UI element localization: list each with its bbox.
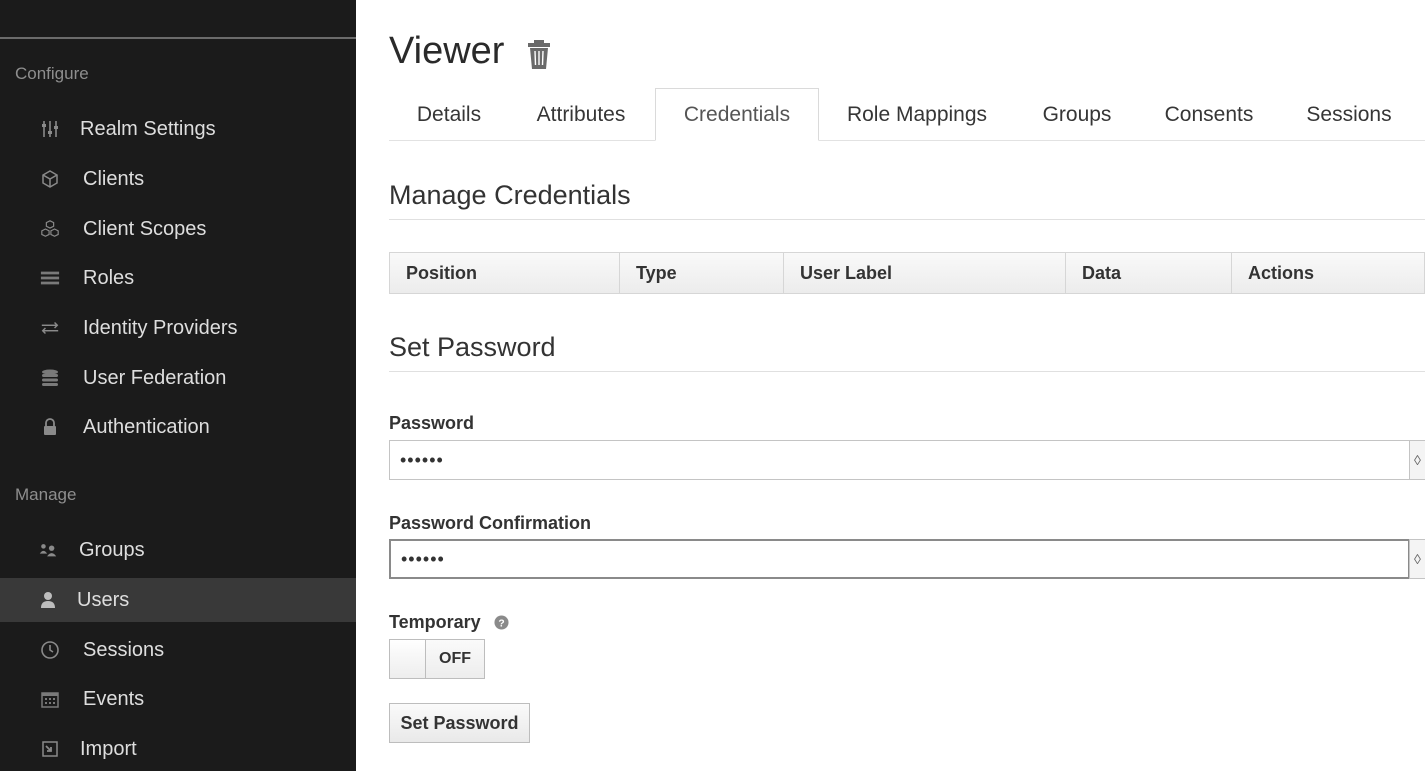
divider xyxy=(389,371,1425,372)
lock-icon xyxy=(38,415,62,439)
tab-label: Groups xyxy=(1042,102,1112,126)
section-label-configure: Configure xyxy=(15,64,89,83)
sidebar-item-label: Events xyxy=(83,687,145,710)
tab-credentials[interactable]: Credentials xyxy=(655,88,819,141)
tab-consents[interactable]: Consents xyxy=(1149,88,1269,141)
eye-icon: ◊ xyxy=(1414,452,1421,468)
column-header-actions: Actions xyxy=(1248,262,1315,283)
password-field[interactable] xyxy=(389,440,1410,480)
column-header-user-label: User Label xyxy=(784,253,1066,293)
list-icon xyxy=(38,266,62,290)
tab-label: Consents xyxy=(1164,102,1254,126)
sidebar-item-label: Roles xyxy=(83,266,135,289)
show-password-toggle[interactable]: ◊ xyxy=(1409,440,1425,480)
sidebar-item-client-scopes[interactable]: Client Scopes xyxy=(0,207,356,251)
sidebar-item-roles[interactable]: Roles xyxy=(0,256,356,300)
toggle-state: OFF xyxy=(426,640,484,678)
sidebar-item-users[interactable]: Users xyxy=(0,578,356,622)
sidebar-item-label: Realm Settings xyxy=(80,117,216,140)
sidebar-item-groups[interactable]: Groups xyxy=(0,528,356,572)
svg-text:?: ? xyxy=(498,618,504,629)
import-icon xyxy=(38,737,62,761)
calendar-icon xyxy=(38,687,62,711)
sidebar-item-label: Users xyxy=(77,588,130,611)
tab-label: Details xyxy=(416,102,482,126)
tab-attributes[interactable]: Attributes xyxy=(515,88,647,141)
tab-groups[interactable]: Groups xyxy=(1025,88,1129,141)
sidebar-item-label: Client Scopes xyxy=(83,217,207,240)
tab-label: Credentials xyxy=(683,102,791,126)
sidebar-item-label: Sessions xyxy=(83,638,165,661)
trash-icon xyxy=(528,40,550,69)
sidebar-item-label: User Federation xyxy=(83,366,227,389)
tab-label: Sessions xyxy=(1306,102,1392,126)
column-header-data: Data xyxy=(1066,253,1232,293)
tab-sessions[interactable]: Sessions xyxy=(1293,88,1405,141)
sidebar: Configure Realm Settings Clients Client … xyxy=(0,0,356,771)
sidebar-item-user-federation[interactable]: User Federation xyxy=(0,356,356,400)
cube-icon xyxy=(38,167,62,191)
database-icon xyxy=(38,366,62,390)
delete-user-button[interactable] xyxy=(526,38,552,70)
divider xyxy=(389,219,1425,220)
set-password-heading: Set Password xyxy=(389,332,556,362)
sidebar-item-events[interactable]: Events xyxy=(0,677,356,721)
temporary-toggle[interactable]: OFF xyxy=(389,639,485,679)
cubes-icon xyxy=(38,217,62,241)
sidebar-item-clients[interactable]: Clients xyxy=(0,157,356,201)
password-label: Password xyxy=(389,413,475,433)
sidebar-item-identity-providers[interactable]: Identity Providers xyxy=(0,306,356,350)
page-title: Viewer xyxy=(389,30,505,72)
sidebar-item-label: Identity Providers xyxy=(83,316,238,339)
users-icon xyxy=(36,538,60,562)
sidebar-item-import[interactable]: Import xyxy=(0,727,356,771)
clock-icon xyxy=(38,638,62,662)
tab-bar: Details Attributes Credentials Role Mapp… xyxy=(389,88,1425,141)
show-confirmation-toggle[interactable]: ◊ xyxy=(1409,539,1425,579)
main-content: Viewer Details Attributes Credentials Ro… xyxy=(356,0,1425,771)
user-icon xyxy=(36,588,60,612)
tab-label: Role Mappings xyxy=(846,102,988,126)
eye-icon: ◊ xyxy=(1414,551,1421,567)
sidebar-item-label: Import xyxy=(80,737,137,760)
sidebar-item-label: Groups xyxy=(79,538,145,561)
tab-label: Attributes xyxy=(536,102,626,126)
exchange-icon xyxy=(38,316,62,340)
password-confirmation-label: Password Confirmation xyxy=(389,513,592,533)
column-header-position: Position xyxy=(390,253,620,293)
tab-role-mappings[interactable]: Role Mappings xyxy=(829,88,1005,141)
sidebar-item-label: Clients xyxy=(83,167,145,190)
sidebar-item-authentication[interactable]: Authentication xyxy=(0,405,356,449)
temporary-label: Temporary xyxy=(389,612,481,632)
section-label-manage: Manage xyxy=(15,485,77,504)
manage-credentials-heading: Manage Credentials xyxy=(389,180,631,210)
sidebar-divider xyxy=(0,37,356,39)
tab-details[interactable]: Details xyxy=(389,88,509,141)
set-password-button[interactable]: Set Password xyxy=(389,703,530,743)
sliders-icon xyxy=(38,117,62,141)
toggle-knob xyxy=(390,640,426,678)
sidebar-item-sessions[interactable]: Sessions xyxy=(0,628,356,672)
credentials-table-header: Position Type User Label Data Actions xyxy=(389,252,1425,294)
password-confirmation-field[interactable] xyxy=(389,539,1410,579)
sidebar-item-realm-settings[interactable]: Realm Settings xyxy=(0,107,356,151)
sidebar-item-label: Authentication xyxy=(83,415,210,438)
column-header-type: Type xyxy=(620,253,784,293)
help-icon[interactable]: ? xyxy=(494,615,509,630)
